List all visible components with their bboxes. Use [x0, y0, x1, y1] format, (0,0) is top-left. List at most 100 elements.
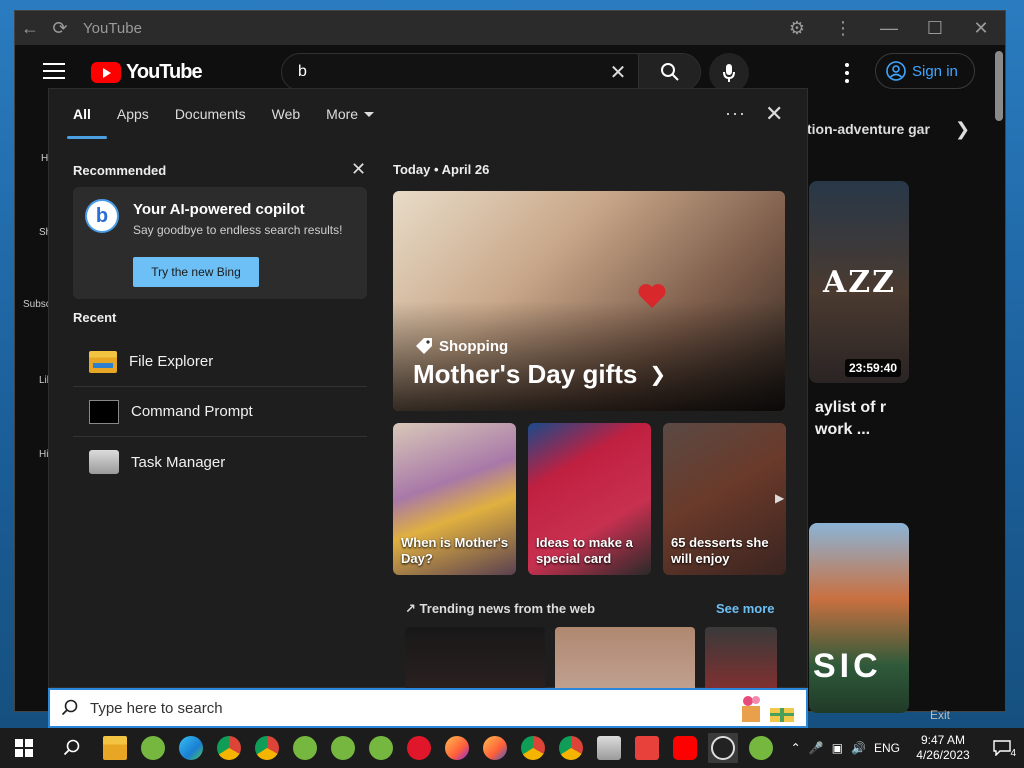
recent-item-task-manager[interactable]: Task Manager: [73, 437, 367, 487]
microphone-icon[interactable]: 🎤: [809, 741, 824, 755]
taskbar-obs[interactable]: [708, 733, 738, 763]
topic-card[interactable]: Ideas to make a special card: [528, 423, 651, 575]
trending-heading: ↗ Trending news from the web: [405, 601, 595, 617]
try-bing-button[interactable]: Try the new Bing: [133, 257, 259, 287]
notification-count: 4: [1010, 748, 1016, 759]
taskbar-chrome[interactable]: [518, 733, 548, 763]
recent-item-command-prompt[interactable]: Command Prompt: [73, 387, 367, 437]
close-window-icon[interactable]: ✕: [965, 13, 997, 43]
sign-in-button[interactable]: Sign in: [875, 53, 975, 89]
video-title[interactable]: aylist of r work ...: [815, 397, 905, 441]
youtube-icon: [673, 736, 697, 760]
language-indicator[interactable]: ENG: [874, 741, 900, 755]
chrome-icon: [521, 736, 545, 760]
news-thumbnail[interactable]: [405, 627, 545, 689]
tag-icon: [416, 338, 432, 354]
bing-promo-card: b Your AI-powered copilot Say goodbye to…: [73, 187, 367, 299]
topic-card[interactable]: When is Mother's Day?: [393, 423, 516, 575]
youtube-logo[interactable]: YouTube: [91, 61, 203, 84]
recent-item-label: Task Manager: [131, 453, 226, 471]
taskbar-firefox[interactable]: [442, 733, 472, 763]
taskbar-anydesk[interactable]: [632, 733, 662, 763]
dismiss-recommended-icon[interactable]: ✕: [351, 159, 366, 180]
page-scrollbar[interactable]: [995, 51, 1003, 121]
maximize-icon[interactable]: ☐: [919, 13, 951, 43]
see-more-link[interactable]: See more: [716, 601, 775, 616]
tab-all[interactable]: All: [67, 89, 107, 139]
topic-card-label: 65 desserts she will enjoy: [671, 535, 769, 566]
windows-logo-icon: [15, 739, 33, 757]
hero-overlay: [393, 301, 785, 411]
taskbar-opera[interactable]: [404, 733, 434, 763]
video-thumbnail[interactable]: AZZ: [809, 181, 909, 383]
tab-apps[interactable]: Apps: [117, 89, 149, 139]
trending-heading-label: Trending news from the web: [419, 601, 596, 616]
taskbar-edge[interactable]: [176, 733, 206, 763]
utorrent-icon: [293, 736, 317, 760]
recommended-heading: Recommended: [73, 163, 167, 178]
taskbar-search-box[interactable]: Type here to search: [48, 688, 808, 728]
clear-search-icon[interactable]: ✕: [598, 60, 638, 85]
microphone-icon: [723, 64, 735, 82]
tab-more[interactable]: More: [326, 89, 375, 139]
recent-item-file-explorer[interactable]: File Explorer: [73, 337, 367, 387]
firefox-icon: [483, 736, 507, 760]
taskbar-task-manager[interactable]: [594, 733, 624, 763]
chevron-right-icon[interactable]: ❯: [955, 119, 970, 140]
taskbar-file-explorer[interactable]: [100, 733, 130, 763]
news-thumbnail[interactable]: [555, 627, 695, 689]
more-options-icon[interactable]: ···: [725, 103, 746, 124]
chrome-icon: [217, 736, 241, 760]
hero-card[interactable]: Shopping Mother's Day gifts ❯: [393, 191, 785, 411]
video-thumbnail[interactable]: SIC: [809, 523, 909, 713]
taskbar-utorrent[interactable]: [138, 733, 168, 763]
taskbar-chrome-profile[interactable]: [556, 733, 586, 763]
bullet-separator: •: [433, 162, 442, 177]
news-thumbnail[interactable]: [705, 627, 777, 689]
folder-icon: [103, 736, 127, 760]
video-duration-badge: 23:59:40: [845, 359, 902, 377]
taskbar-utorrent[interactable]: [290, 733, 320, 763]
network-icon[interactable]: ▣: [832, 741, 843, 755]
topic-card-label: Ideas to make a special card: [536, 535, 633, 566]
tab-documents[interactable]: Documents: [175, 89, 246, 139]
back-arrow-icon[interactable]: ←: [15, 13, 45, 43]
taskbar-chrome-profile[interactable]: [252, 733, 282, 763]
taskbar-firefox[interactable]: [480, 733, 510, 763]
account-icon: [886, 61, 906, 81]
taskbar-utorrent[interactable]: [328, 733, 358, 763]
voice-search-button[interactable]: [709, 53, 749, 93]
clock[interactable]: 9:47 AM 4/26/2023: [908, 733, 978, 763]
category-chip[interactable]: tion-adventure gar: [807, 121, 937, 137]
notification-center-button[interactable]: 4: [986, 733, 1018, 763]
hamburger-menu-icon[interactable]: [43, 63, 65, 79]
today-header: Today • April 26: [393, 162, 489, 177]
close-flyout-icon[interactable]: ✕: [765, 101, 783, 127]
taskbar-chrome-profile[interactable]: [214, 733, 244, 763]
tab-web[interactable]: Web: [272, 89, 301, 139]
thumbnail-text: AZZ: [823, 265, 897, 300]
utorrent-icon: [141, 736, 165, 760]
sidebar-item-subscriptions[interactable]: Subsc: [23, 299, 51, 310]
chrome-icon: [255, 736, 279, 760]
browser-menu-icon[interactable]: ⋮: [827, 13, 859, 43]
start-button[interactable]: [0, 728, 48, 768]
recent-item-label: Command Prompt: [131, 403, 253, 420]
taskbar-search-button[interactable]: [48, 728, 96, 768]
taskbar-utorrent[interactable]: [746, 733, 776, 763]
taskbar-youtube[interactable]: [670, 733, 700, 763]
youtube-search-box[interactable]: b ✕: [281, 53, 701, 91]
minimize-icon[interactable]: —: [873, 13, 905, 43]
volume-icon[interactable]: 🔊: [851, 741, 866, 755]
taskbar-search-input[interactable]: Type here to search: [90, 700, 223, 717]
taskbar-utorrent[interactable]: [366, 733, 396, 763]
youtube-search-button[interactable]: [638, 54, 700, 90]
youtube-search-input[interactable]: b: [298, 63, 598, 81]
youtube-settings-icon[interactable]: [839, 63, 855, 83]
chevron-up-icon[interactable]: ⌃: [791, 741, 801, 755]
reload-icon[interactable]: ⟳: [45, 13, 75, 43]
extensions-icon[interactable]: ⚙: [781, 13, 813, 43]
chevron-right-icon[interactable]: ▶: [775, 491, 784, 505]
anydesk-icon: [635, 736, 659, 760]
topic-card[interactable]: 65 desserts she will enjoy: [663, 423, 786, 575]
